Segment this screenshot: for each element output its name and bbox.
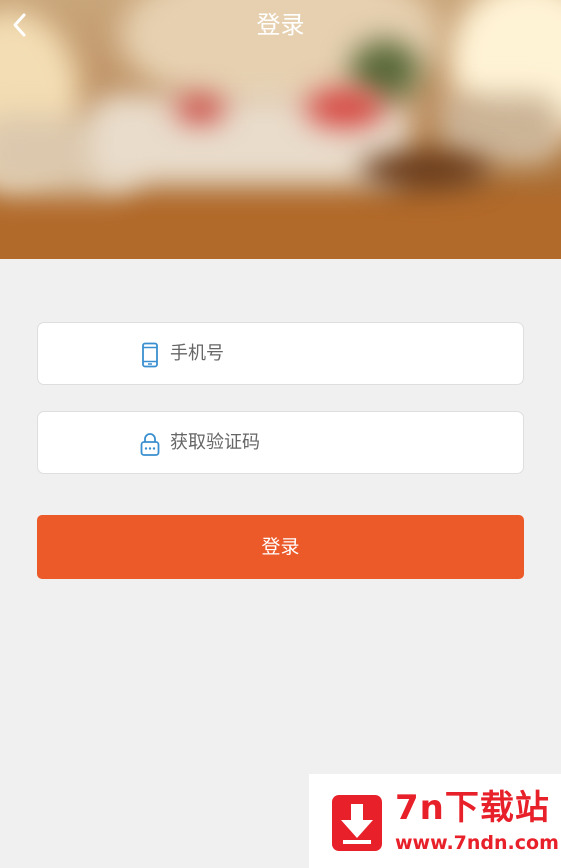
code-field[interactable]	[37, 411, 524, 474]
watermark: 7n下载站 www.7ndn.com	[309, 774, 561, 868]
login-button[interactable]: 登录	[37, 515, 524, 579]
login-screen: 登录 登录	[0, 0, 561, 868]
phone-icon	[140, 342, 160, 368]
code-input[interactable]	[170, 412, 510, 473]
lock-icon	[140, 431, 160, 457]
page-title: 登录	[256, 11, 305, 39]
watermark-url: www.7ndn.com	[395, 832, 559, 854]
download-arrow-icon	[331, 794, 383, 852]
phone-input[interactable]	[170, 323, 510, 384]
watermark-name: 7n下载站	[395, 788, 550, 828]
phone-field[interactable]	[37, 322, 524, 385]
nav-bar: 登录	[0, 0, 561, 52]
